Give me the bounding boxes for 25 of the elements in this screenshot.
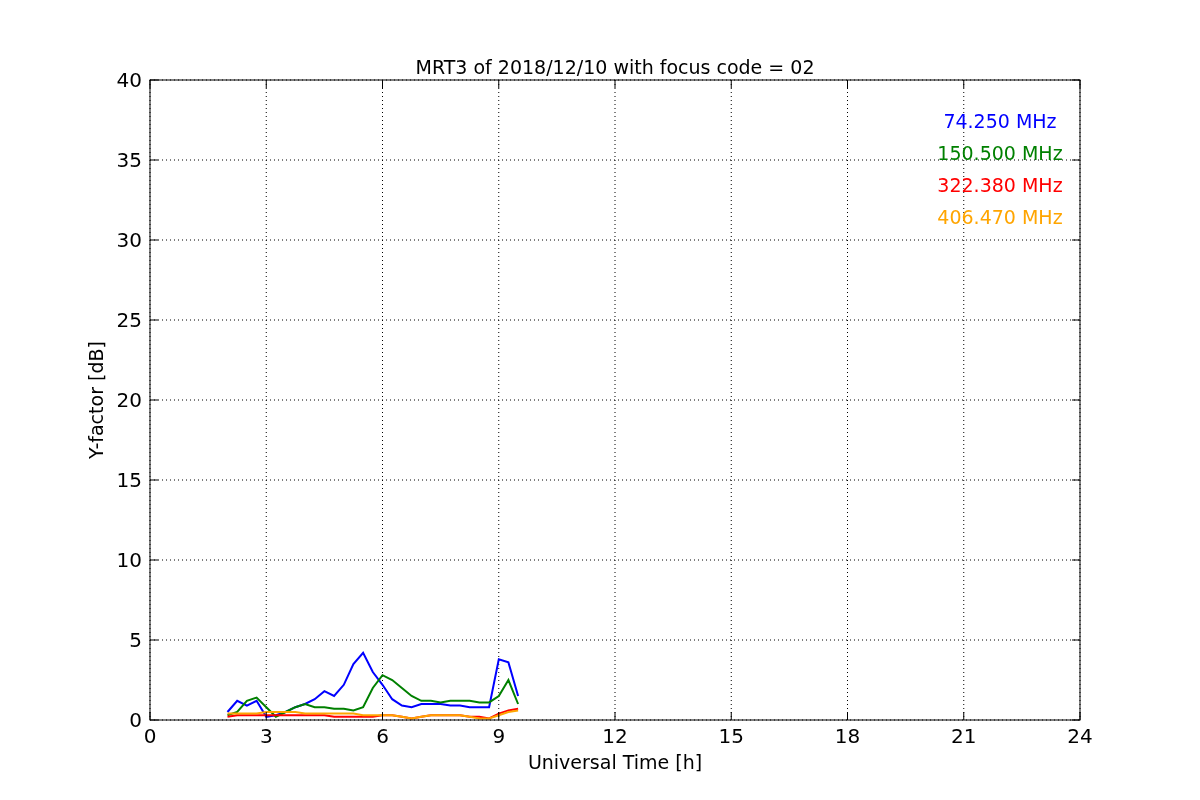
y-tick-label: 25 [116,308,142,332]
y-tick-label: 10 [116,548,142,572]
x-tick-label: 0 [143,724,157,748]
y-tick-label: 15 [116,468,142,492]
x-tick-label: 24 [1067,724,1093,748]
x-tick-label: 3 [259,724,273,748]
y-tick-label: 35 [116,148,142,172]
legend-label: 406.470 MHz [937,206,1063,228]
y-tick-label: 30 [116,228,142,252]
x-tick-label: 18 [834,724,861,748]
x-tick-label: 9 [492,724,506,748]
x-axis-label: Universal Time [h] [527,751,703,773]
legend-label: 322.380 MHz [937,174,1063,196]
chart-title: MRT3 of 2018/12/10 with focus code = 02 [415,56,815,78]
y-tick-label: 5 [129,628,142,652]
x-tick-label: 21 [951,724,977,748]
y-tick-label: 20 [116,388,142,412]
legend-label: 150.500 MHz [937,142,1063,164]
x-tick-label: 12 [602,724,628,748]
y-tick-label: 40 [116,68,142,92]
x-tick-label: 15 [718,724,744,748]
x-tick-label: 6 [376,724,389,748]
y-tick-label: 0 [129,708,142,732]
y-axis-label: Y-factor [dB] [85,341,107,459]
legend-label: 74.250 MHz [943,110,1057,132]
